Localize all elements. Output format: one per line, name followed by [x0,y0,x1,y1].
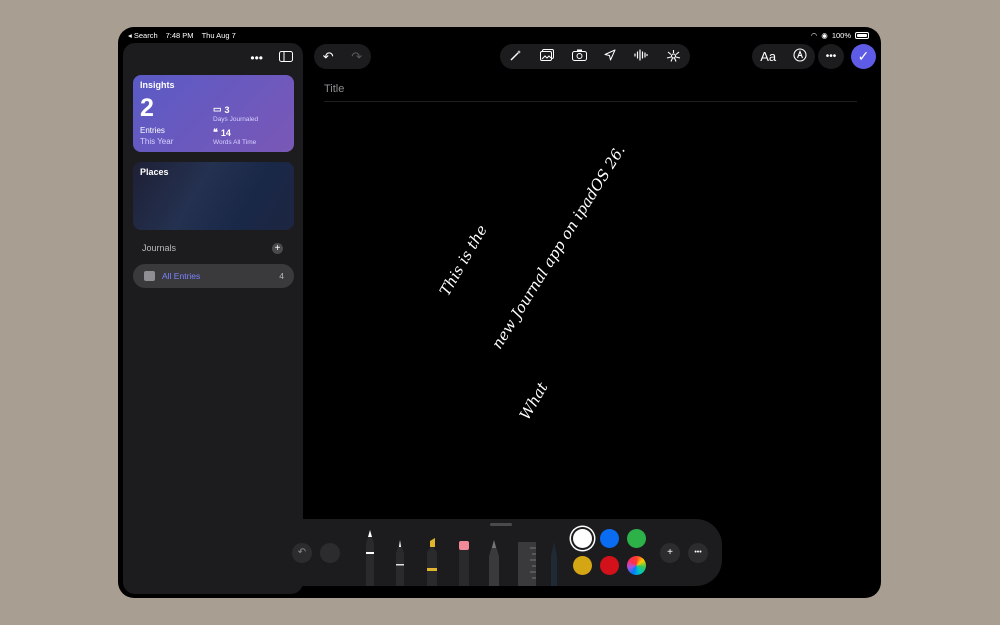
handwriting-line-2: new Journal app on ipadOS 26. [488,142,629,352]
drawing-tool-palette: ↶ + ••• [278,519,722,586]
palette-grabber[interactable] [490,523,512,526]
pen-tool[interactable] [362,528,378,586]
add-tool-button[interactable]: + [660,543,680,563]
handwriting-line-3: What [516,378,552,423]
color-picker-swatch[interactable] [627,556,646,575]
color-white-swatch[interactable] [573,529,592,548]
ipad-screen: ◂ Search 7:48 PM Thu Aug 7 ◠ ◉ 100% ••• … [118,27,881,598]
pencil-tool[interactable] [486,540,502,586]
color-red-swatch[interactable] [600,556,619,575]
palette-redo-icon[interactable] [320,543,340,563]
ruler-tool[interactable] [516,540,538,586]
eraser-tool[interactable] [456,538,472,586]
color-blue-swatch[interactable] [600,529,619,548]
palette-undo-icon[interactable]: ↶ [292,543,312,563]
monoline-tool[interactable] [392,538,408,586]
highlighter-tool[interactable] [424,538,440,586]
handwriting-canvas[interactable]: This is the new Journal app on ipadOS 26… [118,27,881,598]
palette-more-button[interactable]: ••• [688,543,708,563]
handwriting-line-1: This is the [436,222,491,299]
fountain-pen-tool[interactable] [548,542,560,586]
color-green-swatch[interactable] [627,529,646,548]
color-yellow-swatch[interactable] [573,556,592,575]
